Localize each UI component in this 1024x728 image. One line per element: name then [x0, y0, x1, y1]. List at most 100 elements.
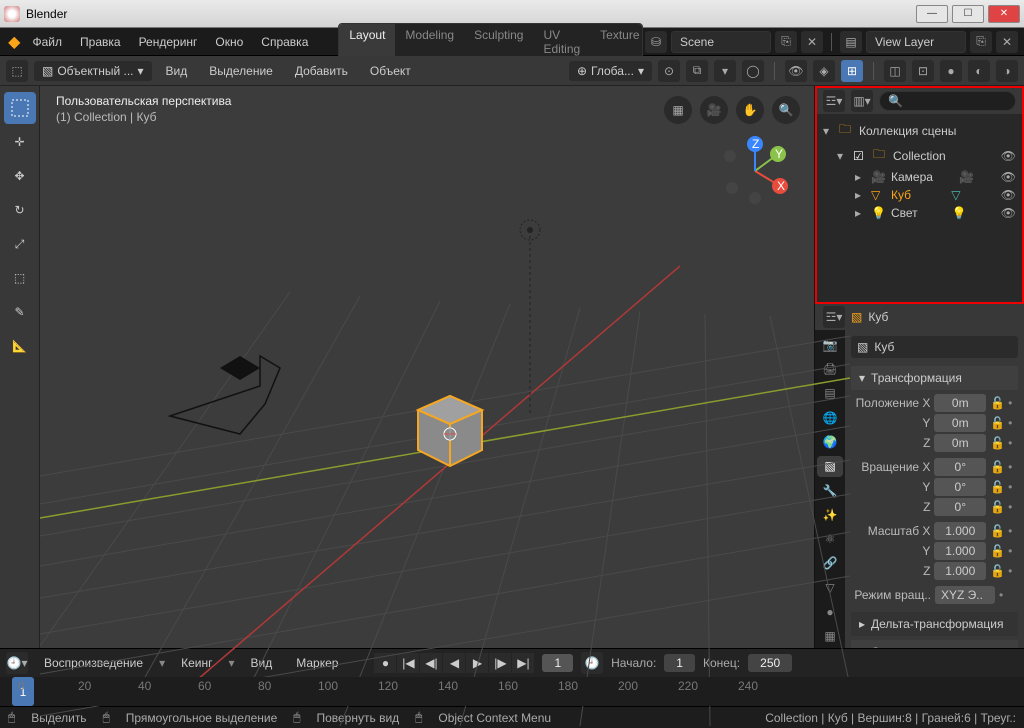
lock-icon[interactable]: 🔓 [990, 500, 1004, 514]
tool-annotate[interactable]: ✎ [4, 296, 36, 328]
checkbox-icon[interactable]: ☑ [853, 149, 869, 163]
tool-select-box[interactable] [4, 92, 36, 124]
xray-icon[interactable]: ◫ [884, 60, 906, 82]
ptab-physics[interactable]: ⚛ [817, 529, 843, 550]
current-frame[interactable]: 1 [542, 654, 573, 672]
zoom-icon[interactable]: 🔍 [772, 96, 800, 124]
gizmo-toggle-icon[interactable]: ◈ [813, 60, 835, 82]
menu-edit[interactable]: Правка [72, 31, 129, 53]
lock-icon[interactable]: 🔓 [990, 436, 1004, 450]
timeline-marker[interactable]: Маркер [288, 652, 346, 674]
pan-icon[interactable]: ✋ [736, 96, 764, 124]
shading-material-icon[interactable]: ◐ [968, 60, 990, 82]
proportional-icon[interactable]: ◯ [742, 60, 764, 82]
clock-icon[interactable]: 🕘 [581, 652, 603, 674]
field-loc-z[interactable]: 0m [934, 434, 986, 452]
scene-new-icon[interactable]: ⎘ [775, 31, 797, 53]
ptab-modifiers[interactable]: 🔧 [817, 480, 843, 501]
ptab-constraints[interactable]: 🔗 [817, 553, 843, 574]
menu-add[interactable]: Добавить [287, 60, 356, 82]
orientation-dropdown[interactable]: ⊕ Глоба... ▾ [569, 61, 652, 81]
menu-window[interactable]: Окно [207, 31, 251, 53]
tool-cursor[interactable]: ✛ [4, 126, 36, 158]
tab-modeling[interactable]: Modeling [395, 24, 464, 60]
snap-options-icon[interactable]: ▾ [714, 60, 736, 82]
snap-icon[interactable]: ⧉ [686, 60, 708, 82]
scene-delete-icon[interactable]: ✕ [801, 31, 823, 53]
blender-logo-icon[interactable]: ◆ [6, 33, 23, 51]
breadcrumb[interactable]: ▧Куб [851, 336, 1018, 358]
lock-icon[interactable]: 🔓 [990, 396, 1004, 410]
timeline-ruler[interactable]: 1 0 20 40 60 80 100 120 140 160 180 200 … [0, 677, 1024, 706]
menu-help[interactable]: Справка [253, 31, 316, 53]
shading-solid-icon[interactable]: ● [940, 60, 962, 82]
eye-icon[interactable]: 👁 [1001, 188, 1016, 202]
keyframe-dot-icon[interactable]: • [1008, 500, 1018, 514]
keyframe-prev-icon[interactable]: ◀| [420, 653, 442, 673]
field-rot-z[interactable]: 0° [934, 498, 986, 516]
shading-rendered-icon[interactable]: ◑ [996, 60, 1018, 82]
eye-icon[interactable]: 👁 [1001, 170, 1016, 184]
menu-object[interactable]: Объект [362, 60, 419, 82]
outliner-display-icon[interactable]: ☲▾ [823, 90, 845, 112]
outliner-filter-icon[interactable]: ▥▾ [851, 90, 873, 112]
keyframe-dot-icon[interactable]: • [1008, 416, 1018, 430]
keyframe-dot-icon[interactable]: • [1008, 524, 1018, 538]
pivot-icon[interactable]: ⊙ [658, 60, 680, 82]
keyframe-dot-icon[interactable]: • [1008, 544, 1018, 558]
keyframe-dot-icon[interactable]: • [1008, 480, 1018, 494]
menu-view[interactable]: Вид [158, 60, 196, 82]
ptab-render[interactable]: 📷 [817, 334, 843, 355]
camera-icon[interactable]: 🎥 [700, 96, 728, 124]
field-loc-y[interactable]: 0m [934, 414, 986, 432]
tree-scene-collection[interactable]: ▾🗀Коллекция сцены [823, 118, 1016, 143]
keyframe-dot-icon[interactable]: • [1008, 396, 1018, 410]
scene-name-field[interactable]: Scene [671, 31, 771, 53]
field-rot-x[interactable]: 0° [934, 458, 986, 476]
menu-render[interactable]: Рендеринг [131, 31, 206, 53]
tree-item-camera[interactable]: ▸🎥Камера🎥👁 [823, 168, 1016, 186]
viewlayer-browse-icon[interactable]: ▤ [840, 31, 862, 53]
tree-item-cube[interactable]: ▸▽Куб▽👁 [823, 186, 1016, 204]
menu-file[interactable]: Файл [25, 31, 71, 53]
3d-viewport[interactable]: Пользовательская перспектива (1) Collect… [40, 86, 814, 648]
overlay-toggle-icon[interactable]: ⊞ [841, 60, 863, 82]
panel-relations[interactable]: ▸Отношения [851, 640, 1018, 648]
maximize-button[interactable]: ☐ [952, 5, 984, 23]
viewlayer-delete-icon[interactable]: ✕ [996, 31, 1018, 53]
ptab-world[interactable]: 🌍 [817, 431, 843, 452]
tool-transform[interactable]: ⬚ [4, 262, 36, 294]
ptab-particles[interactable]: ✨ [817, 504, 843, 525]
eye-icon[interactable]: 👁 [1001, 206, 1016, 220]
ptab-scene[interactable]: 🌐 [817, 407, 843, 428]
keyframe-dot-icon[interactable]: • [1008, 436, 1018, 450]
field-sc-z[interactable]: 1.000 [934, 562, 986, 580]
keyframe-next-icon[interactable]: |▶ [489, 653, 511, 673]
lock-icon[interactable]: 🔓 [990, 524, 1004, 538]
tool-measure[interactable]: 📐 [4, 330, 36, 362]
field-sc-y[interactable]: 1.000 [934, 542, 986, 560]
editor-type-icon[interactable]: ⬚ [6, 60, 28, 82]
jump-end-icon[interactable]: ▶| [512, 653, 534, 673]
tree-item-light[interactable]: ▸💡Свет💡👁 [823, 204, 1016, 222]
keyframe-dot-icon[interactable]: • [999, 588, 1009, 602]
visibility-icon[interactable]: 👁 [785, 60, 807, 82]
lock-icon[interactable]: 🔓 [990, 564, 1004, 578]
tab-uv[interactable]: UV Editing [533, 24, 590, 60]
editor-type-icon[interactable]: ☲▾ [823, 306, 845, 328]
keyframe-dot-icon[interactable]: • [1008, 564, 1018, 578]
eye-icon[interactable]: 👁 [1001, 149, 1016, 163]
lock-icon[interactable]: 🔓 [990, 480, 1004, 494]
end-frame[interactable]: 250 [748, 654, 792, 672]
default-cube[interactable] [410, 386, 480, 456]
timeline-playback[interactable]: Воспроизведение [36, 652, 151, 674]
orientation-gizmo[interactable]: X Y Z [720, 136, 790, 206]
menu-select[interactable]: Выделение [201, 60, 281, 82]
ptab-object[interactable]: ▧ [817, 456, 843, 477]
field-loc-x[interactable]: 0m [934, 394, 986, 412]
interaction-mode-dropdown[interactable]: ▧ Объектный ... ▾ [34, 61, 152, 81]
close-button[interactable]: ✕ [988, 5, 1020, 23]
tab-texture[interactable]: Texture [590, 24, 643, 60]
play-icon[interactable]: ▶ [466, 653, 488, 673]
tab-sculpting[interactable]: Sculpting [464, 24, 533, 60]
